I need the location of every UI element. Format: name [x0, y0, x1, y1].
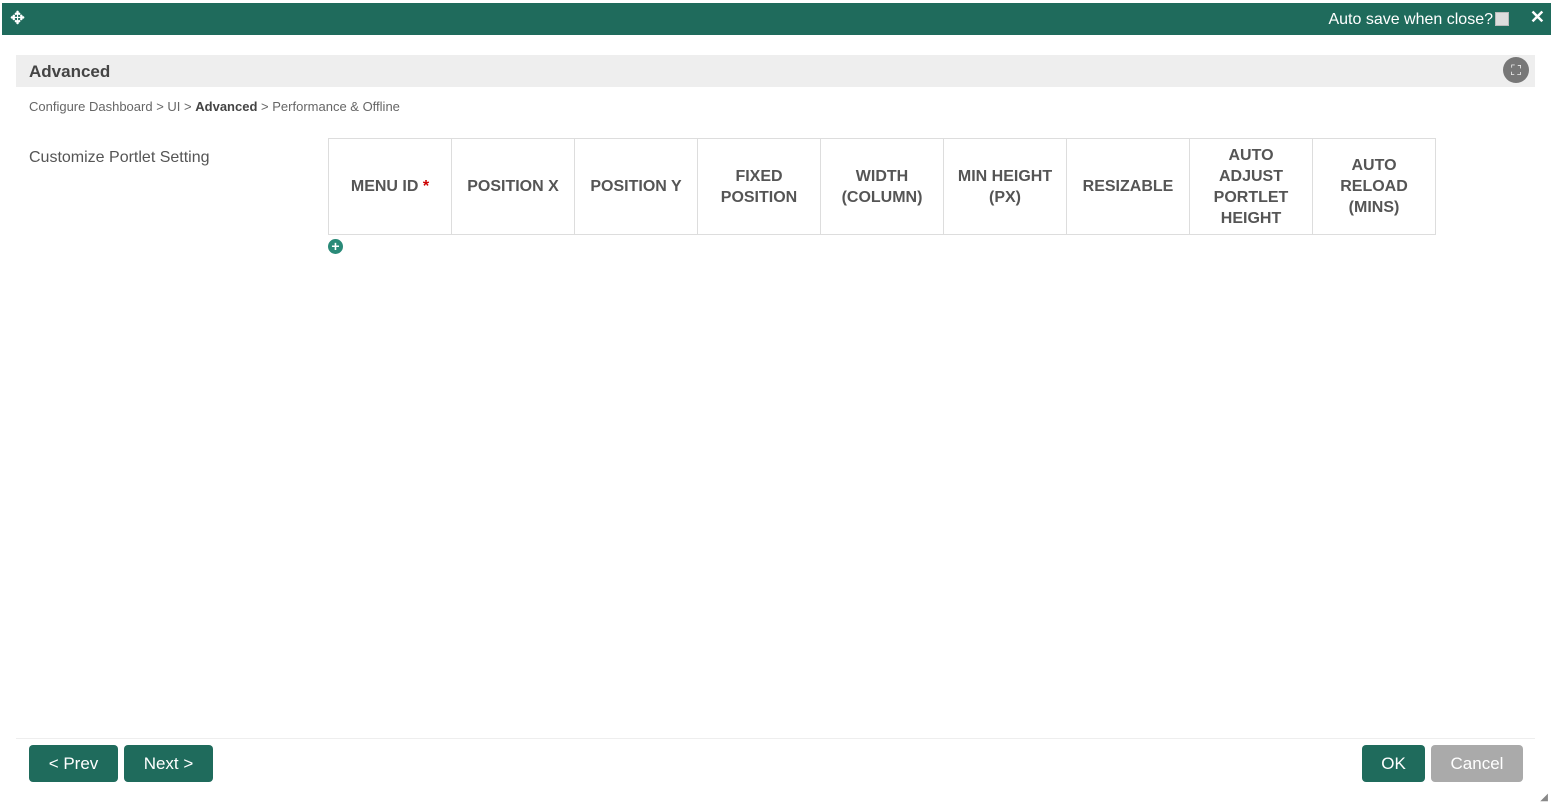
column-header: MIN HEIGHT (PX) [943, 138, 1067, 235]
auto-save-label: Auto save when close? [1328, 11, 1493, 28]
next-button[interactable]: Next > [124, 745, 213, 782]
breadcrumb: Configure Dashboard > UI > Advanced > Pe… [29, 99, 400, 114]
add-row-icon[interactable]: + [328, 239, 343, 254]
column-header: AUTO RELOAD (MINS) [1312, 138, 1436, 235]
breadcrumb-current: Advanced [195, 99, 258, 114]
resize-handle-icon[interactable]: ◢ [1540, 792, 1548, 803]
prev-button[interactable]: < Prev [29, 745, 118, 782]
column-header: MENU ID * [328, 138, 452, 235]
breadcrumb-item[interactable]: UI [167, 99, 180, 114]
column-header: POSITION Y [574, 138, 698, 235]
section-label: Customize Portlet Setting [29, 149, 210, 166]
column-header: POSITION X [451, 138, 575, 235]
breadcrumb-item[interactable]: Performance & Offline [272, 99, 400, 114]
column-header: RESIZABLE [1066, 138, 1190, 235]
ok-button[interactable]: OK [1362, 745, 1425, 782]
column-header: WIDTH (COLUMN) [820, 138, 944, 235]
fullscreen-icon[interactable]: ⛶ [1503, 57, 1529, 83]
auto-save-checkbox[interactable] [1495, 12, 1509, 26]
panel-header: Advanced ⛶ [16, 55, 1535, 87]
portlet-settings-table: MENU ID * POSITION X POSITION Y FIXED PO… [328, 138, 1436, 235]
column-header: AUTO ADJUST PORTLET HEIGHT [1189, 138, 1313, 235]
cancel-button[interactable]: Cancel [1431, 745, 1523, 782]
close-icon[interactable]: ✕ [1530, 7, 1545, 28]
breadcrumb-item[interactable]: Configure Dashboard [29, 99, 153, 114]
move-icon[interactable]: ✥ [10, 9, 25, 27]
panel-title: Advanced [29, 62, 111, 81]
dialog-titlebar[interactable]: ✥ Auto save when close? ✕ [2, 3, 1551, 35]
divider [16, 738, 1535, 739]
column-header: FIXED POSITION [697, 138, 821, 235]
